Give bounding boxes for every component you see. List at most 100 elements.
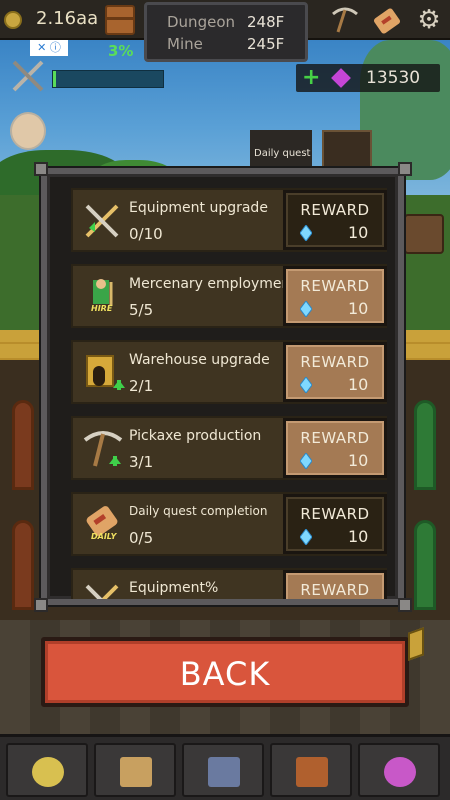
- reward-button[interactable]: REWARD 10: [283, 266, 387, 326]
- nav-button[interactable]: [358, 743, 440, 797]
- pickaxe-button[interactable]: [328, 6, 362, 36]
- blue-gem-icon: [300, 453, 312, 469]
- cave-door: [414, 520, 436, 610]
- daily-quest-label: Daily quest: [254, 148, 311, 159]
- quest-progress: 3/1: [129, 453, 154, 471]
- cave-door: [12, 520, 34, 610]
- reward-button[interactable]: REWARD 10: [283, 494, 387, 554]
- pickaxe-icon: [83, 431, 123, 467]
- quest-icon: [81, 426, 125, 470]
- blue-gem-icon: [300, 301, 312, 317]
- reward-amount: 10: [348, 451, 369, 470]
- reward-amount: 10: [348, 527, 369, 546]
- warehouse-icon: [86, 355, 125, 390]
- panel-corner-rivet: [34, 162, 48, 176]
- avatar[interactable]: [10, 112, 46, 150]
- quest-row: Warehouse upgrade 2/1 REWARD 10: [71, 340, 387, 404]
- xp-progress-bar: [52, 70, 164, 88]
- gem-count: 13530: [366, 68, 421, 88]
- reward-button[interactable]: REWARD: [283, 570, 387, 599]
- chest-nav-icon: [296, 757, 328, 787]
- daily-quest-scroll-icon[interactable]: [322, 130, 372, 170]
- quest-scroll-button[interactable]: [370, 4, 404, 38]
- mine-floor-value: 245F: [247, 35, 285, 53]
- quest-row: Equipment upgrade 0/10 REWARD 10: [71, 188, 387, 252]
- nav-button[interactable]: [182, 743, 264, 797]
- xp-progress-fill: [53, 71, 57, 87]
- quest-icon: [81, 578, 125, 599]
- cave-door: [12, 400, 34, 490]
- daily-quest-tag[interactable]: Daily quest: [250, 130, 312, 170]
- floor-info-panel: Dungeon 248F Mine 245F: [144, 2, 308, 62]
- mercenary-nav-icon: [208, 757, 240, 787]
- panel-corner-rivet: [398, 598, 412, 612]
- xp-percent: 3%: [108, 42, 134, 60]
- quest-icon: [81, 198, 125, 242]
- reward-amount: 10: [348, 223, 369, 242]
- blue-gem-icon: [300, 377, 312, 393]
- hero-nav-icon: [32, 757, 64, 787]
- reward-button-label: REWARD: [300, 429, 370, 447]
- nav-button[interactable]: [6, 743, 88, 797]
- flag-icon: [408, 627, 424, 661]
- weapons-nav-icon: [120, 757, 152, 787]
- tree-foliage: [360, 40, 450, 180]
- dungeon-label: Dungeon: [167, 13, 235, 31]
- reward-amount: 10: [348, 375, 369, 394]
- reward-button-label: REWARD: [300, 201, 370, 219]
- crossed-swords-icon: [85, 204, 119, 238]
- reward-amount: 10: [348, 299, 369, 318]
- quest-icon: HIRE: [81, 274, 125, 318]
- quest-icon-badge: DAILY: [91, 532, 117, 541]
- settings-button[interactable]: ⚙: [414, 6, 444, 36]
- quest-progress: 0/5: [129, 529, 154, 547]
- bottom-navigation: [0, 734, 450, 800]
- quest-icon-badge: HIRE: [91, 304, 113, 313]
- mine-label: Mine: [167, 35, 203, 53]
- quest-title: Equipment%: [129, 580, 219, 596]
- reward-button[interactable]: REWARD 10: [283, 342, 387, 402]
- reward-button[interactable]: REWARD 10: [283, 418, 387, 478]
- quest-row: Equipment% REWARD: [71, 568, 387, 599]
- quest-row: DAILY Daily quest completion 0/5 REWARD 10: [71, 492, 387, 556]
- reward-button-label: REWARD: [300, 505, 370, 523]
- blue-gem-icon: [300, 225, 312, 241]
- back-button[interactable]: BACK: [41, 637, 409, 707]
- shop-nav-icon: [384, 757, 416, 787]
- panel-corner-rivet: [398, 162, 412, 176]
- gold-coin-icon: [4, 11, 22, 29]
- reward-button-label: REWARD: [300, 581, 370, 599]
- reward-button[interactable]: REWARD 10: [283, 190, 387, 250]
- quest-title: Warehouse upgrade: [129, 352, 270, 368]
- scroll-icon: [374, 8, 400, 34]
- back-button-label: BACK: [179, 655, 271, 693]
- reward-button-label: REWARD: [300, 277, 370, 295]
- reward-button-label: REWARD: [300, 353, 370, 371]
- hero-weapon-icon[interactable]: [10, 58, 46, 94]
- quest-icon: [81, 350, 125, 394]
- add-gems-button[interactable]: +: [302, 66, 320, 90]
- crossed-axes-icon: [12, 60, 44, 92]
- gear-icon: ⚙: [417, 5, 441, 35]
- quest-title: Pickaxe production: [129, 428, 262, 444]
- quest-icon: DAILY: [81, 502, 125, 546]
- quest-reward-panel: Equipment upgrade 0/10 REWARD 10 HIRE Mercena…: [41, 168, 404, 605]
- quest-title: Equipment upgrade: [129, 200, 268, 216]
- nav-button[interactable]: [94, 743, 176, 797]
- quest-title: Mercenary employment: [129, 276, 296, 292]
- quest-row: Pickaxe production 3/1 REWARD 10: [71, 416, 387, 480]
- cave-door: [414, 400, 436, 490]
- gold-amount: 2.16aa: [36, 8, 99, 29]
- quest-title: Daily quest completion: [129, 504, 268, 518]
- dungeon-floor-value: 248F: [247, 13, 285, 31]
- nav-button[interactable]: [270, 743, 352, 797]
- gem-icon: [331, 68, 351, 88]
- gem-balance: + 13530: [296, 64, 440, 92]
- ad-choices-icon[interactable]: ✕ ⓘ: [30, 40, 68, 56]
- quest-row: HIRE Mercenary employment 5/5 REWARD 10: [71, 264, 387, 328]
- quest-progress: 5/5: [129, 301, 154, 319]
- crossed-swords-icon: [85, 584, 119, 599]
- skull-sign-icon: [404, 214, 444, 254]
- panel-corner-rivet: [34, 598, 48, 612]
- chest-button[interactable]: [105, 5, 135, 35]
